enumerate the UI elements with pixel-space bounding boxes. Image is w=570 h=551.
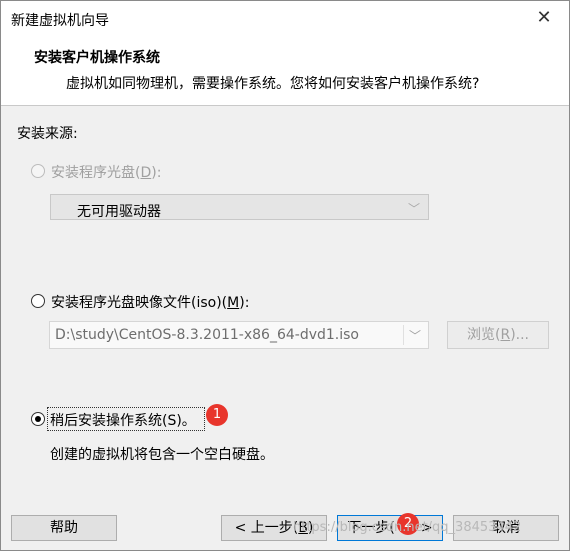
install-later-description: 创建的虚拟机将包含一个空白硬盘。	[50, 447, 274, 463]
install-later-label: 稍后安装操作系统(S)。	[50, 413, 196, 429]
disc-option-label: 安装程序光盘(D):	[51, 165, 162, 181]
disc-radio[interactable]	[31, 164, 45, 178]
install-later-radio[interactable]	[31, 412, 45, 426]
combo-divider	[403, 325, 404, 345]
page-title: 安装客户机操作系统	[34, 50, 160, 66]
close-icon[interactable]: ✕	[533, 7, 555, 29]
chevron-down-icon: ﹀	[408, 329, 421, 343]
disc-drive-value: 无可用驱动器	[77, 204, 161, 220]
iso-radio[interactable]	[31, 294, 45, 308]
new-vm-wizard-dialog: 新建虚拟机向导 ✕ 安装客户机操作系统 虚拟机如同物理机，需要操作系统。您将如何…	[0, 0, 570, 551]
browse-button[interactable]: 浏览(R)...	[447, 321, 549, 349]
wizard-header: 安装客户机操作系统 虚拟机如同物理机，需要操作系统。您将如何安装客户机操作系统?	[1, 37, 569, 106]
annotation-badge-1: 1	[206, 404, 228, 426]
page-subtitle: 虚拟机如同物理机，需要操作系统。您将如何安装客户机操作系统?	[66, 76, 480, 92]
install-source-label: 安装来源:	[17, 126, 78, 142]
iso-path-value: D:\study\CentOS-8.3.2011-x86_64-dvd1.iso	[55, 327, 359, 343]
disc-drive-select[interactable]: 无可用驱动器 ﹀	[50, 194, 429, 220]
help-button[interactable]: 帮助	[11, 515, 117, 541]
iso-path-combobox[interactable]: D:\study\CentOS-8.3.2011-x86_64-dvd1.iso…	[49, 321, 429, 349]
title-bar: 新建虚拟机向导 ✕	[1, 1, 569, 37]
iso-option-label: 安装程序光盘映像文件(iso)(M):	[51, 295, 250, 311]
window-title: 新建虚拟机向导	[11, 13, 109, 29]
chevron-down-icon: ﹀	[407, 202, 420, 216]
watermark: https://blog.csdn.net/qq_38453442	[293, 520, 522, 535]
